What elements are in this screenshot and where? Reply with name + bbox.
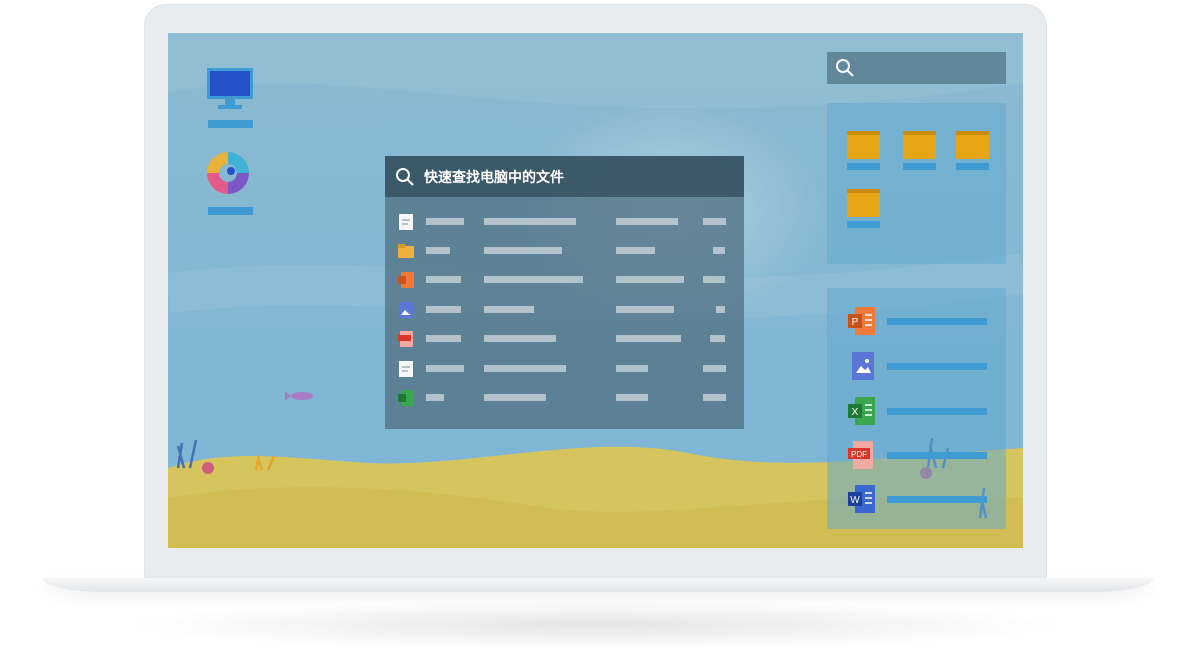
svg-text:PDF: PDF	[851, 450, 867, 459]
result-row[interactable]	[385, 295, 744, 325]
word-icon: W	[848, 485, 875, 513]
result-row[interactable]	[385, 207, 744, 237]
file-label	[887, 363, 987, 370]
note-file-icon	[399, 361, 413, 377]
folder-file-icon	[398, 244, 414, 258]
browser-label	[208, 207, 253, 215]
file-label	[887, 452, 987, 459]
pdf-file-icon	[398, 331, 413, 347]
file-panel: P X PDF W	[827, 288, 1006, 529]
result-row[interactable]	[385, 236, 744, 266]
result-row[interactable]	[385, 324, 744, 354]
word-file-item[interactable]: W	[847, 484, 997, 514]
folder-icon[interactable]	[847, 131, 880, 170]
laptop-shadow	[120, 600, 1070, 650]
folder-icon[interactable]	[903, 131, 936, 170]
excel-file-item[interactable]: X	[847, 396, 997, 426]
fish-decoration	[285, 391, 313, 401]
folder-icon[interactable]	[847, 189, 880, 228]
result-row[interactable]	[385, 383, 744, 413]
laptop-base	[42, 578, 1154, 592]
image-file-item[interactable]	[847, 351, 997, 381]
ppt-icon: P	[848, 307, 875, 335]
computer-icon[interactable]	[206, 67, 254, 111]
excel-file-icon	[398, 390, 414, 406]
desktop-screen: P X PDF W 快速查找电脑中的文件	[168, 33, 1023, 548]
ppt-file-item[interactable]: P	[847, 306, 997, 336]
note-file-icon	[399, 214, 413, 230]
search-placeholder: 快速查找电脑中的文件	[424, 170, 564, 186]
image-icon	[852, 352, 874, 380]
result-row[interactable]	[385, 265, 744, 295]
svg-text:X: X	[852, 407, 859, 418]
pdf-file-item[interactable]: PDF	[847, 440, 997, 470]
result-row[interactable]	[385, 354, 744, 384]
browser-icon[interactable]	[204, 147, 254, 197]
ppt-file-icon	[398, 272, 414, 288]
excel-icon: X	[848, 397, 875, 425]
search-icon	[396, 168, 414, 186]
svg-text:P: P	[852, 317, 859, 328]
file-label	[887, 408, 987, 415]
search-icon	[836, 59, 854, 77]
file-label	[887, 496, 987, 503]
svg-text:W: W	[850, 495, 860, 506]
file-search-window: 快速查找电脑中的文件	[385, 156, 744, 429]
image-file-icon	[399, 302, 413, 318]
file-label	[887, 318, 987, 325]
pdf-icon: PDF	[848, 441, 873, 469]
folder-icon[interactable]	[956, 131, 989, 170]
folder-panel	[827, 103, 1006, 264]
file-search-input[interactable]: 快速查找电脑中的文件	[385, 156, 744, 197]
desktop-search-bar[interactable]	[827, 52, 1006, 84]
computer-label	[208, 120, 253, 128]
